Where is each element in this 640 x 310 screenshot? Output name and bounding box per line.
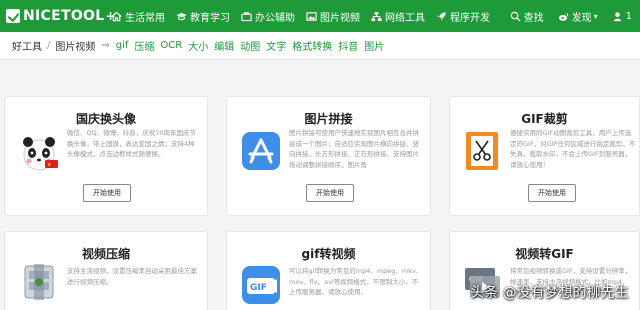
nav-label: 网络工具 — [385, 12, 425, 24]
user-label: 1 — [625, 10, 632, 22]
app-store-icon — [242, 132, 280, 170]
search-button[interactable]: 查找 — [510, 9, 544, 24]
nav-label: 生活常用 — [125, 12, 165, 24]
top-nav: NICETOOL + 生活常用 教育学习 办公辅助 图片视频 网络工具 程序开发 — [0, 0, 640, 32]
tag-link[interactable]: 大小 — [188, 38, 208, 53]
tag-link[interactable]: 动图 — [240, 38, 260, 53]
card-title: 视频压缩 — [81, 247, 130, 261]
start-button[interactable]: 开始使用 — [528, 184, 576, 202]
card-description: 图片拼接可使用户快速地实现图片相互合并拼接成一个图片；自适应实现图片横向拼接、竖… — [289, 129, 419, 169]
rocket-icon — [437, 11, 446, 21]
breadcrumb-arrow-icon: ⇒ — [101, 40, 110, 51]
start-button[interactable]: 开始使用 — [83, 184, 131, 202]
nav-item-education[interactable]: 教育学习 — [176, 9, 230, 24]
film-scissors-icon — [466, 132, 498, 170]
nav-label: 办公辅助 — [255, 12, 295, 24]
tool-card-gif-crop[interactable]: GIF裁剪 便捷实用的GIF动图裁剪工具，用户上传选定的GIF，对GIF任何区域… — [449, 96, 640, 216]
weibo-icon — [558, 12, 568, 21]
logo-check-icon — [6, 9, 20, 23]
breadcrumb-home[interactable]: 好工具 — [12, 38, 42, 53]
nav-item-life[interactable]: 生活常用 — [111, 9, 165, 24]
briefcase-icon — [241, 11, 252, 21]
tag-link[interactable]: gif — [116, 40, 129, 51]
nav-item-image-video[interactable]: 图片视频 — [306, 9, 360, 24]
share-label: 发现 — [571, 12, 592, 24]
tag-link[interactable]: 文字 — [266, 38, 286, 53]
card-title: 图片拼接 — [304, 112, 353, 126]
tag-link[interactable]: 编辑 — [214, 38, 234, 53]
graduation-cap-icon — [176, 12, 187, 20]
start-button[interactable]: 开始使用 — [306, 184, 354, 202]
network-icon — [371, 11, 382, 21]
tag-link[interactable]: 格式转换 — [292, 38, 332, 53]
tag-link[interactable]: OCR — [160, 40, 182, 51]
tool-card-image-stitch[interactable]: 图片拼接 图片拼接可使用户快速地实现图片相互合并拼接成一个图片；自适应实现图片横… — [226, 96, 431, 216]
tag-link[interactable]: 压缩 — [134, 38, 154, 53]
nav-right: 查找 发现 ▾ 1 — [496, 0, 632, 32]
share-button[interactable]: 发现 ▾ — [558, 9, 598, 24]
watermark: 头条 @没有梦想的柳先生 — [470, 285, 629, 301]
search-icon — [510, 11, 521, 22]
nav-item-dev[interactable]: 程序开发 — [436, 9, 490, 24]
card-description: 微信、QQ、微博、抖音，庆祝70周年国庆节换头像，带上国旗，表达爱国之情；支持4… — [67, 129, 197, 158]
compress-icon — [24, 264, 54, 300]
card-title: gif转视频 — [301, 247, 356, 261]
site-logo[interactable]: NICETOOL + — [6, 5, 116, 27]
tool-card-gif-to-video[interactable]: gif转视频 GIF 可以将gif转换为常见的mp4、mpeg、mkv、mov、… — [226, 231, 431, 310]
panda-icon: ★ — [23, 137, 58, 171]
image-icon — [306, 11, 317, 21]
tag-link[interactable]: 图片 — [364, 38, 384, 53]
card-description: 可以将gif转换为常见的mp4、mpeg、mkv、mov、flv、avi等视频格… — [289, 267, 423, 296]
card-description: 支持主流视频，设置压缩率自动采用最佳方案进行视频压缩。 — [67, 267, 197, 286]
nav-item-office[interactable]: 办公辅助 — [241, 9, 295, 24]
card-description: 便捷实用的GIF动图裁剪工具，用户上传选定的GIF，对GIF任何区域进行指定裁剪… — [510, 129, 636, 169]
user-button[interactable]: 1 — [612, 11, 632, 22]
card-title: GIF裁剪 — [521, 112, 568, 126]
search-label: 查找 — [523, 12, 544, 24]
nav-label: 教育学习 — [190, 12, 230, 24]
main-nav: 生活常用 教育学习 办公辅助 图片视频 网络工具 程序开发 — [111, 0, 501, 32]
user-icon — [613, 11, 622, 21]
breadcrumb: 好工具 / 图片视频 ⇒ gif 压缩 OCR 大小 编辑 动图 文字 格式转换… — [0, 32, 640, 60]
svg-text:GIF: GIF — [250, 283, 267, 293]
tag-link[interactable]: 抖音 — [338, 38, 358, 53]
breadcrumb-current[interactable]: 图片视频 — [55, 38, 95, 53]
tool-card-video-compress[interactable]: 视频压缩 支持主流视频，设置压缩率自动采用最佳方案进行视频压缩。 — [4, 231, 208, 310]
card-title: 视频转GIF — [515, 247, 574, 261]
breadcrumb-separator: / — [47, 40, 51, 51]
home-icon — [111, 11, 122, 21]
gif-icon: GIF — [242, 266, 280, 304]
card-title: 国庆换头像 — [75, 112, 136, 126]
nav-label: 程序开发 — [450, 12, 490, 24]
tool-card-avatar[interactable]: 国庆换头像 ★ 微信、QQ、微博、抖音，庆祝70周年国庆节换头像，带上国旗，表达… — [4, 96, 208, 216]
nav-label: 图片视频 — [320, 12, 360, 24]
logo-text: NICETOOL — [23, 8, 105, 24]
svg-text:★: ★ — [47, 162, 52, 168]
nav-item-network[interactable]: 网络工具 — [371, 9, 425, 24]
chevron-down-icon: ▾ — [593, 11, 598, 21]
